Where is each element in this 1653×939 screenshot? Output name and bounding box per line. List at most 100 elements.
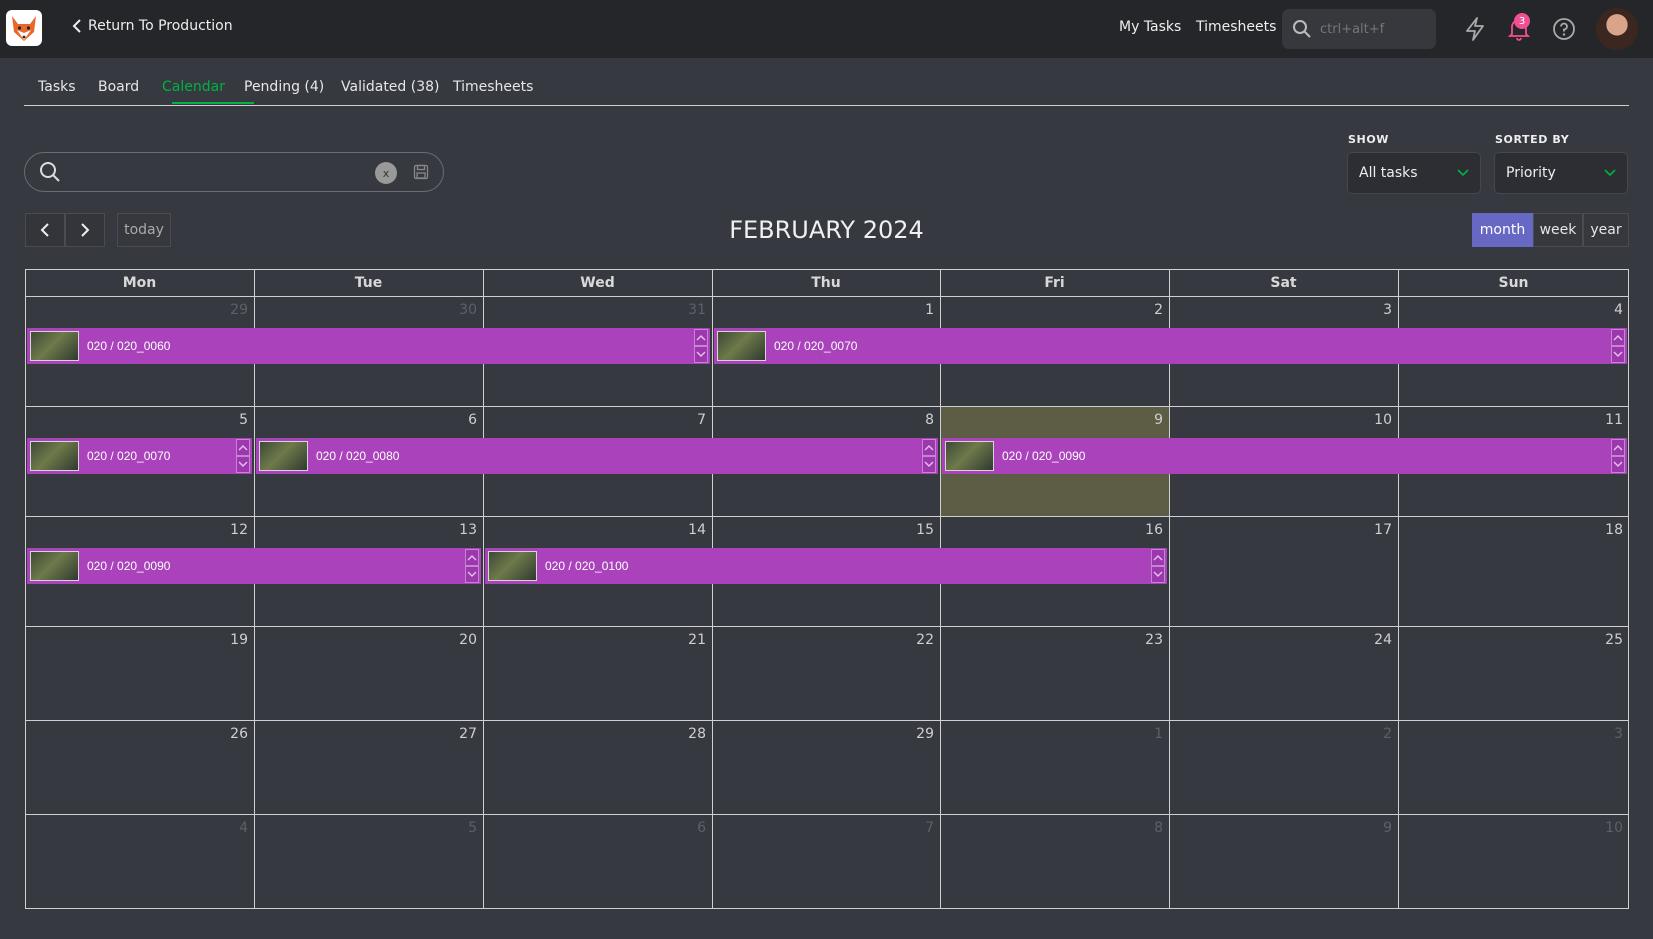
- day-number[interactable]: 14: [666, 522, 706, 538]
- day-number[interactable]: 9: [1352, 820, 1392, 836]
- event-resize-handles: [1611, 439, 1625, 473]
- day-number[interactable]: 4: [208, 820, 248, 836]
- chevron-up-icon[interactable]: [465, 549, 479, 566]
- calendar-event[interactable]: 020 / 020_0070: [27, 438, 252, 474]
- tab-board[interactable]: Board: [98, 79, 139, 95]
- day-number[interactable]: 3: [1352, 302, 1392, 318]
- day-number[interactable]: 29: [894, 726, 934, 742]
- calendar-event[interactable]: 020 / 020_0090: [27, 548, 481, 584]
- event-label: 020 / 020_0090: [1002, 449, 1086, 463]
- chevron-up-icon[interactable]: [1151, 549, 1165, 566]
- day-number[interactable]: 6: [437, 412, 477, 428]
- view-year-button[interactable]: year: [1583, 213, 1629, 247]
- day-number[interactable]: 25: [1583, 632, 1623, 648]
- day-number[interactable]: 1: [894, 302, 934, 318]
- day-number[interactable]: 17: [1352, 522, 1392, 538]
- view-month-button[interactable]: month: [1472, 213, 1533, 247]
- chevron-up-icon[interactable]: [1611, 329, 1625, 346]
- event-label: 020 / 020_0070: [774, 339, 858, 353]
- calendar-frame: [25, 269, 1629, 909]
- day-number[interactable]: 18: [1583, 522, 1623, 538]
- active-tab-indicator: [172, 102, 254, 104]
- event-resize-handles: [694, 329, 708, 363]
- chevron-down-icon[interactable]: [236, 456, 250, 473]
- chevron-down-icon[interactable]: [922, 456, 936, 473]
- day-number[interactable]: 21: [666, 632, 706, 648]
- show-select-value: All tasks: [1359, 165, 1418, 181]
- calendar-event[interactable]: 020 / 020_0100: [485, 548, 1167, 584]
- day-number[interactable]: 2: [1123, 302, 1163, 318]
- day-number[interactable]: 12: [208, 522, 248, 538]
- chevron-down-icon[interactable]: [1611, 456, 1625, 473]
- task-filter-field[interactable]: x: [24, 152, 444, 192]
- save-filter-icon[interactable]: [413, 164, 429, 180]
- fox-logo-icon[interactable]: [6, 10, 42, 46]
- day-number[interactable]: 30: [437, 302, 477, 318]
- shot-thumbnail: [945, 441, 994, 471]
- chevron-up-icon[interactable]: [694, 329, 708, 346]
- chevron-down-icon[interactable]: [1611, 346, 1625, 363]
- day-number[interactable]: 29: [208, 302, 248, 318]
- help-icon[interactable]: [1550, 15, 1578, 43]
- day-number[interactable]: 23: [1123, 632, 1163, 648]
- sorted-by-select[interactable]: Priority: [1494, 152, 1628, 194]
- day-number[interactable]: 6: [666, 820, 706, 836]
- nav-my-tasks[interactable]: My Tasks: [1119, 19, 1181, 35]
- tab-tasks[interactable]: Tasks: [38, 79, 76, 95]
- task-filter-input[interactable]: [69, 163, 373, 181]
- tab-pending[interactable]: Pending (4): [244, 79, 324, 95]
- day-number[interactable]: 4: [1583, 302, 1623, 318]
- user-avatar[interactable]: [1596, 8, 1638, 50]
- day-number[interactable]: 28: [666, 726, 706, 742]
- weekday-header: Mon: [122, 274, 157, 291]
- chevron-up-icon[interactable]: [1611, 439, 1625, 456]
- day-number[interactable]: 8: [1123, 820, 1163, 836]
- back-label: Return To Production: [88, 18, 233, 34]
- clear-filter-button[interactable]: x: [375, 162, 397, 184]
- day-number[interactable]: 15: [894, 522, 934, 538]
- show-select[interactable]: All tasks: [1347, 152, 1481, 194]
- row-divider: [25, 814, 1629, 815]
- tab-validated[interactable]: Validated (38): [341, 79, 440, 95]
- calendar-event[interactable]: 020 / 020_0060: [27, 328, 710, 364]
- nav-timesheets[interactable]: Timesheets: [1196, 19, 1276, 35]
- day-number[interactable]: 10: [1352, 412, 1392, 428]
- day-number[interactable]: 7: [666, 412, 706, 428]
- day-number[interactable]: 13: [437, 522, 477, 538]
- day-number[interactable]: 11: [1583, 412, 1623, 428]
- day-number[interactable]: 31: [666, 302, 706, 318]
- day-number[interactable]: 19: [208, 632, 248, 648]
- day-number[interactable]: 16: [1123, 522, 1163, 538]
- chevron-up-icon[interactable]: [922, 439, 936, 456]
- day-number[interactable]: 10: [1583, 820, 1623, 836]
- day-number[interactable]: 26: [208, 726, 248, 742]
- chevron-up-icon[interactable]: [236, 439, 250, 456]
- tab-calendar[interactable]: Calendar: [162, 79, 225, 95]
- chevron-down-icon[interactable]: [465, 566, 479, 583]
- day-number[interactable]: 22: [894, 632, 934, 648]
- day-number[interactable]: 3: [1583, 726, 1623, 742]
- chevron-down-icon[interactable]: [694, 346, 708, 363]
- tab-timesheets[interactable]: Timesheets: [453, 79, 533, 95]
- view-week-button[interactable]: week: [1533, 213, 1583, 247]
- column-divider: [1169, 269, 1170, 909]
- day-number[interactable]: 27: [437, 726, 477, 742]
- calendar-event[interactable]: 020 / 020_0080: [256, 438, 938, 474]
- calendar-event[interactable]: 020 / 020_0090: [942, 438, 1627, 474]
- day-number[interactable]: 5: [208, 412, 248, 428]
- calendar-event[interactable]: 020 / 020_0070: [714, 328, 1627, 364]
- day-number[interactable]: 5: [437, 820, 477, 836]
- global-search[interactable]: [1282, 9, 1436, 49]
- day-number[interactable]: 1: [1123, 726, 1163, 742]
- lightning-icon[interactable]: [1461, 15, 1489, 43]
- day-number[interactable]: 2: [1352, 726, 1392, 742]
- day-number[interactable]: 8: [894, 412, 934, 428]
- global-search-input[interactable]: [1318, 20, 1432, 38]
- chevron-down-icon[interactable]: [1151, 566, 1165, 583]
- back-to-production-link[interactable]: Return To Production: [72, 18, 233, 34]
- shot-thumbnail: [30, 331, 79, 361]
- day-number[interactable]: 7: [894, 820, 934, 836]
- day-number[interactable]: 9: [1123, 412, 1163, 428]
- day-number[interactable]: 20: [437, 632, 477, 648]
- day-number[interactable]: 24: [1352, 632, 1392, 648]
